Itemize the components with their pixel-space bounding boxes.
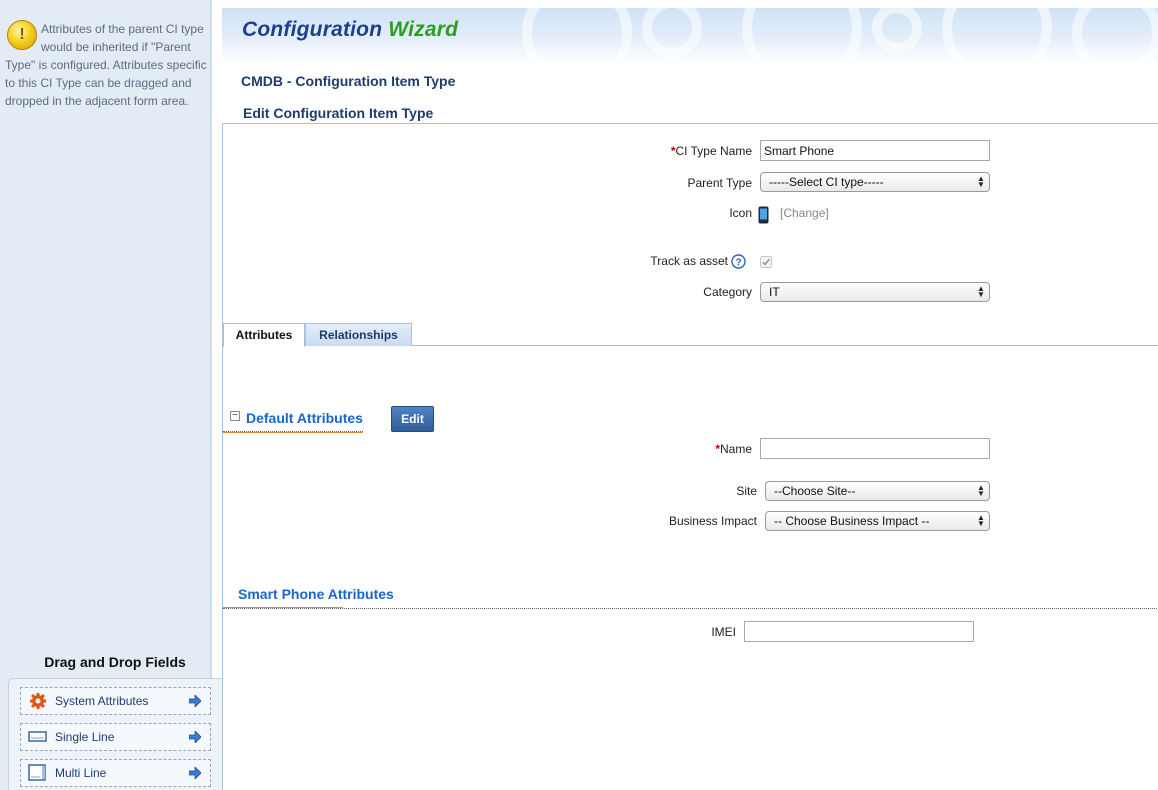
- ci-type-name-label-text: CI Type Name: [675, 144, 752, 158]
- select-arrows-icon: ▲ ▼: [977, 174, 985, 189]
- imei-label: IMEI: [711, 625, 736, 639]
- dnd-title: Drag and Drop Fields: [44, 654, 186, 670]
- icon-label: Icon: [729, 206, 752, 220]
- dnd-item-single-line[interactable]: Single Line: [20, 723, 211, 751]
- wizard-title-accent: Wizard: [388, 18, 459, 41]
- tab-relationships[interactable]: Relationships: [305, 323, 412, 346]
- default-attributes-title: Default Attributes: [246, 410, 363, 426]
- name-label-text: Name: [719, 442, 752, 456]
- smart-phone-attributes-title: Smart Phone Attributes: [238, 586, 394, 602]
- help-icon[interactable]: ?: [731, 254, 746, 269]
- sidebar-divider: [211, 0, 221, 790]
- module-title: CMDB - Configuration Item Type: [241, 73, 456, 89]
- help-note: ! Attributes of the parent CI type would…: [5, 20, 207, 110]
- smartphone-icon: [758, 206, 769, 224]
- dnd-item-system-attributes[interactable]: System Attributes: [20, 687, 211, 715]
- tab-attributes[interactable]: Attributes: [223, 323, 305, 347]
- multi-line-icon: [28, 764, 46, 781]
- business-impact-label: Business Impact: [668, 514, 757, 528]
- parent-type-select[interactable]: -----Select CI type----- ▲ ▼: [760, 172, 990, 192]
- change-icon-link[interactable]: [Change]: [780, 206, 829, 220]
- business-impact-value: -- Choose Business Impact --: [774, 514, 930, 528]
- site-value: --Choose Site--: [774, 484, 856, 498]
- arrow-right-icon: [189, 695, 201, 707]
- dnd-item-label: Multi Line: [55, 766, 107, 780]
- parent-type-value: -----Select CI type-----: [769, 175, 884, 189]
- ci-type-name-input[interactable]: [760, 140, 990, 161]
- site-select[interactable]: --Choose Site-- ▲ ▼: [765, 481, 990, 501]
- arrow-right-icon: [189, 767, 201, 779]
- wizard-title: Configuration Wizard: [242, 18, 458, 42]
- wizard-banner: Configuration Wizard: [222, 8, 1158, 64]
- name-input[interactable]: [760, 438, 990, 459]
- select-arrows-icon: ▲ ▼: [977, 483, 985, 498]
- warning-icon: !: [7, 20, 37, 50]
- section-header: Edit Configuration Item Type: [222, 104, 1158, 124]
- edit-button[interactable]: Edit: [391, 406, 434, 432]
- gear-icon: [30, 693, 46, 709]
- group-divider-accent: [223, 432, 363, 433]
- category-value: IT: [769, 285, 780, 299]
- group-divider: [223, 608, 1158, 609]
- select-arrows-icon: ▲ ▼: [977, 284, 985, 299]
- imei-input[interactable]: [744, 621, 974, 642]
- collapse-icon[interactable]: −: [230, 411, 240, 421]
- category-select[interactable]: IT ▲ ▼: [760, 282, 990, 302]
- form-area: *CI Type Name Parent Type -----Select CI…: [222, 124, 1158, 790]
- parent-type-label: Parent Type: [687, 176, 753, 190]
- dnd-item-label: Single Line: [55, 730, 115, 744]
- sidebar: ! Attributes of the parent CI type would…: [0, 0, 211, 790]
- business-impact-select[interactable]: -- Choose Business Impact -- ▲ ▼: [765, 511, 990, 531]
- dnd-fields-panel: System Attributes Single Line Multi Line: [8, 678, 222, 790]
- ci-type-name-label: *CI Type Name: [603, 144, 752, 158]
- dnd-item-multi-line[interactable]: Multi Line: [20, 759, 211, 787]
- category-label: Category: [703, 285, 752, 299]
- svg-text:?: ?: [735, 258, 741, 269]
- tabs-bar: Attributes Relationships: [223, 323, 1158, 347]
- site-label: Site: [736, 484, 757, 498]
- wizard-title-main: Configuration: [242, 18, 383, 41]
- dnd-item-label: System Attributes: [55, 694, 149, 708]
- select-arrows-icon: ▲ ▼: [977, 513, 985, 528]
- arrow-right-icon: [189, 731, 201, 743]
- track-asset-label: Track as asset: [650, 254, 728, 268]
- track-asset-checkbox[interactable]: [760, 256, 772, 268]
- name-label: *Name: [603, 442, 752, 456]
- main-content: Configuration Wizard CMDB - Configuratio…: [222, 0, 1158, 790]
- section-title: Edit Configuration Item Type: [243, 105, 434, 121]
- single-line-icon: [28, 731, 47, 742]
